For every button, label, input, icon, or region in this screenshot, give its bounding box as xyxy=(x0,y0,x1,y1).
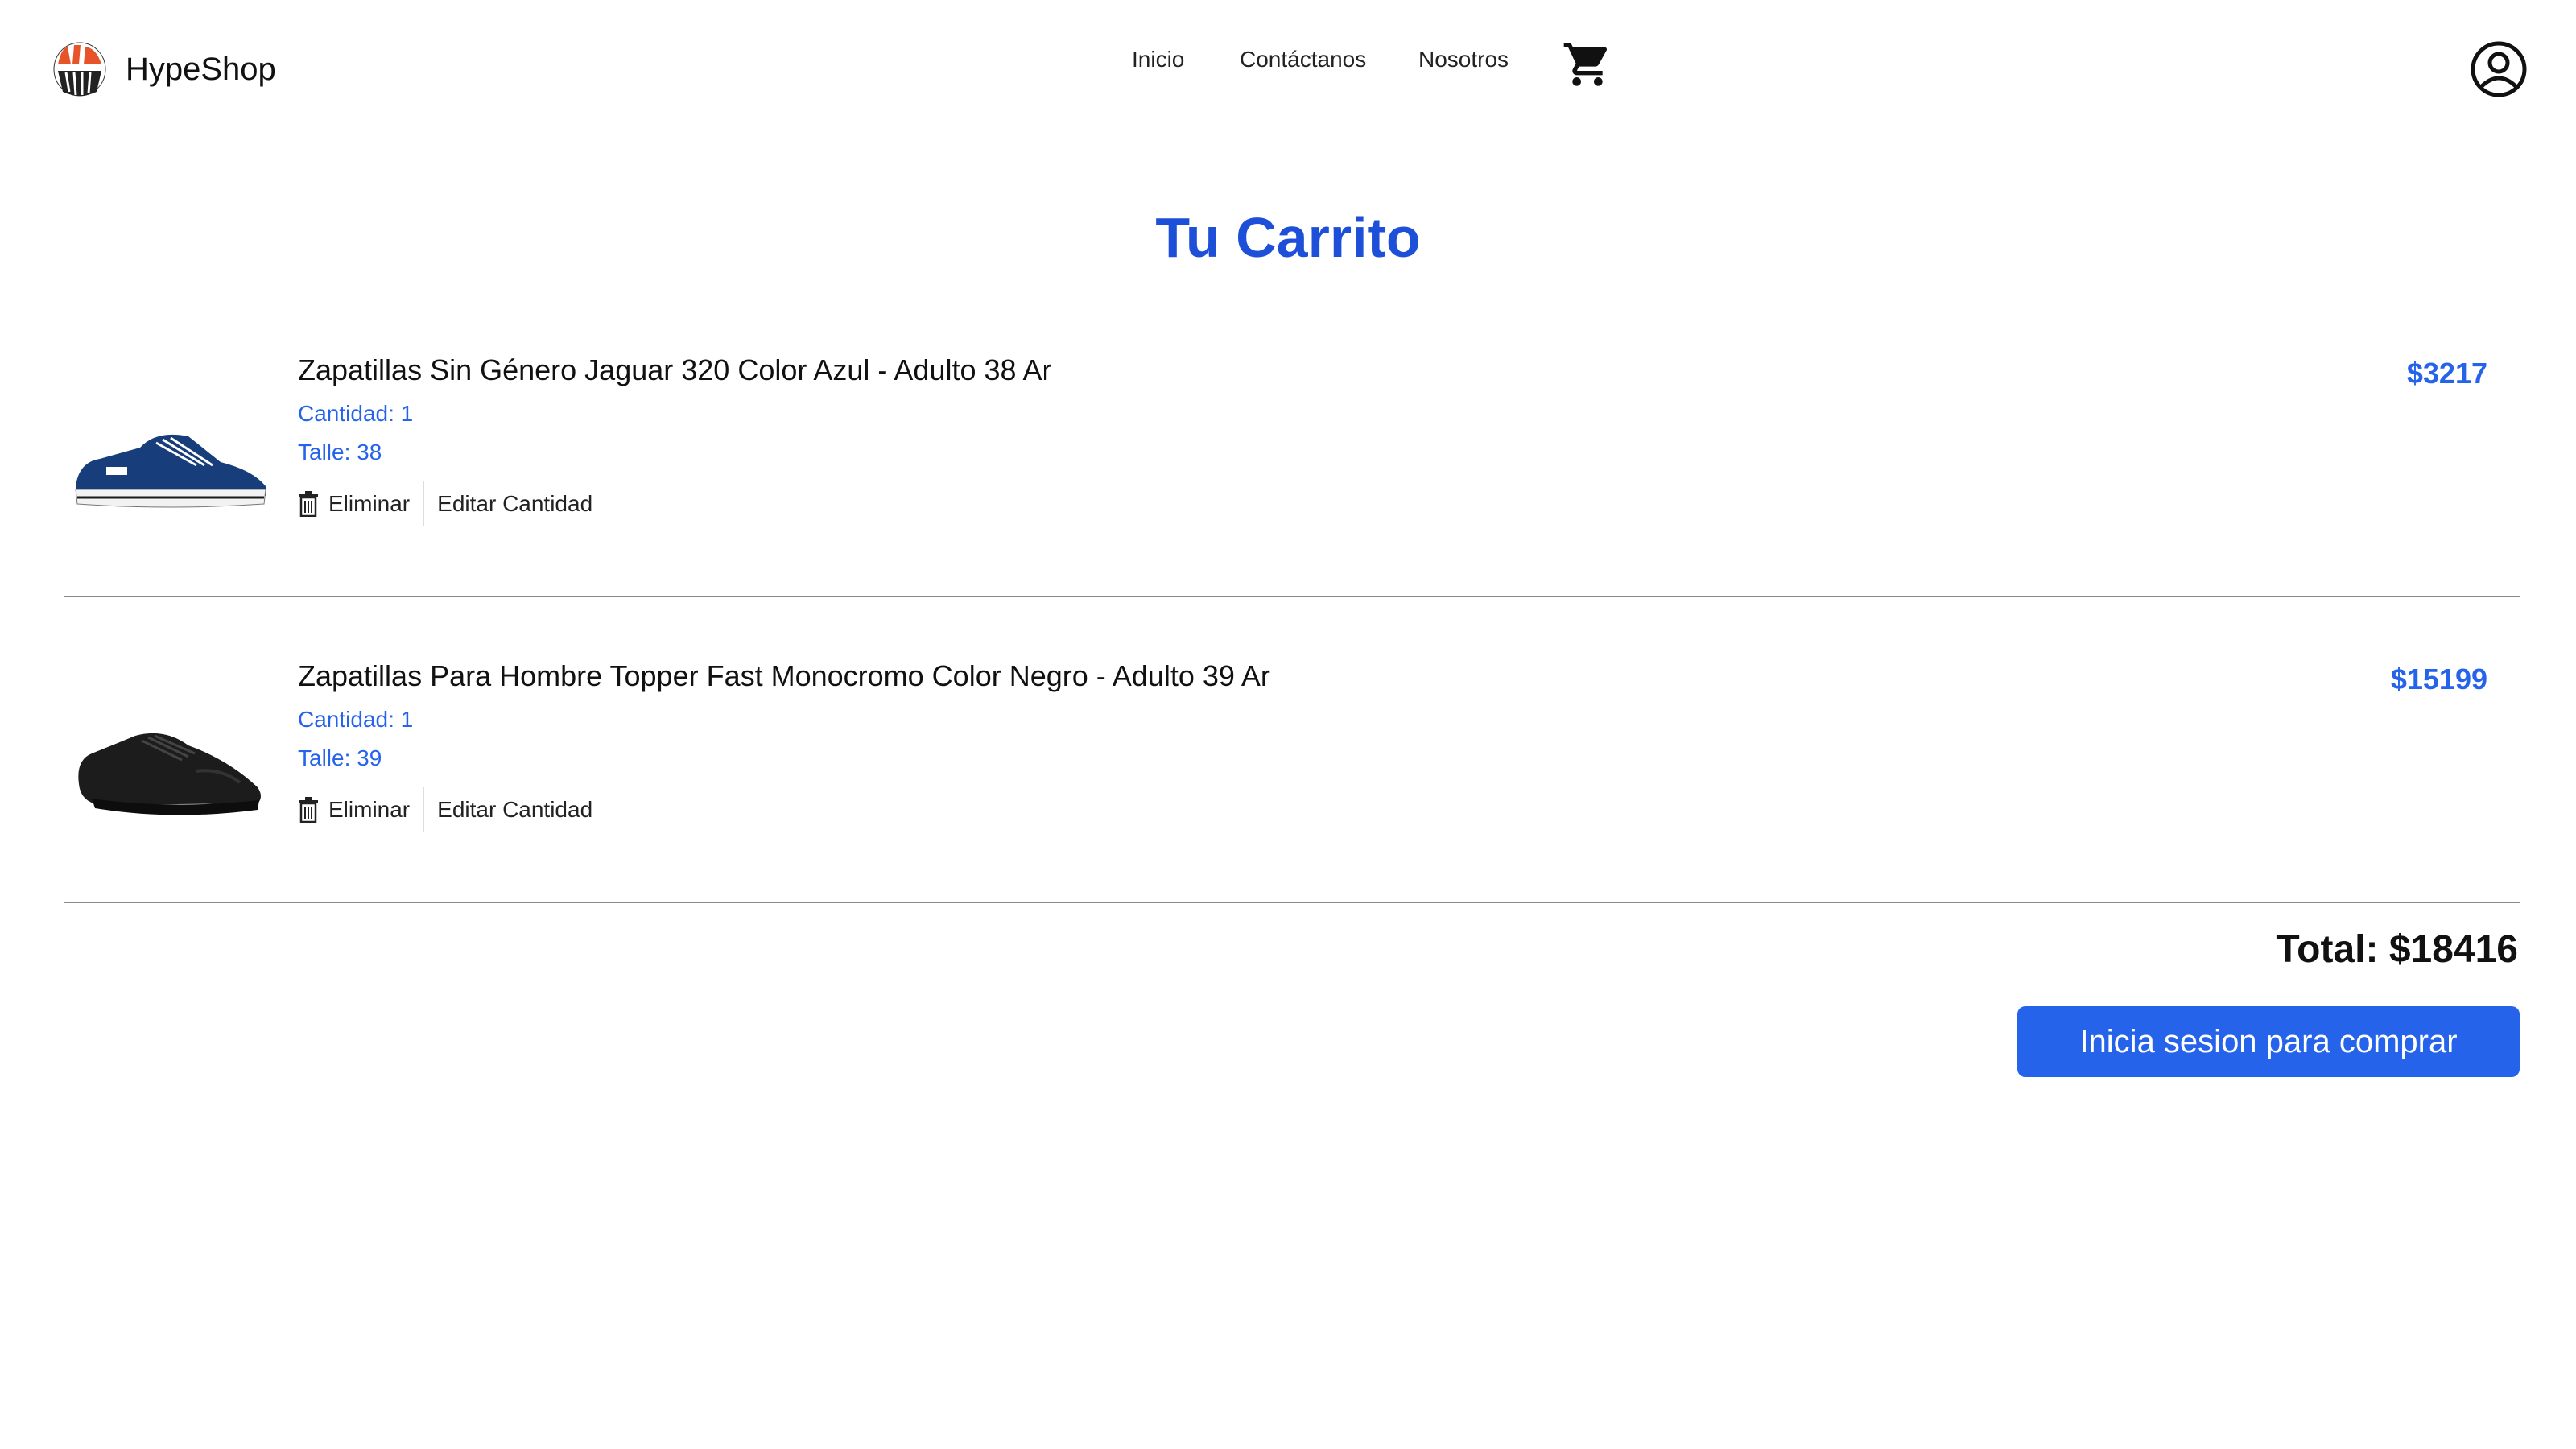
cart-item: Zapatillas Para Hombre Topper Fast Monoc… xyxy=(64,639,2520,945)
remove-label: Eliminar xyxy=(328,797,411,822)
cart-icon[interactable] xyxy=(1562,39,1613,90)
item-price: $3217 xyxy=(2406,357,2487,390)
remove-label: Eliminar xyxy=(328,491,411,516)
cart-total: Total: $18416 xyxy=(2276,928,2518,971)
cart-item: Zapatillas Sin Género Jaguar 320 Color A… xyxy=(64,333,2520,639)
edit-quantity-button[interactable]: Editar Cantidad xyxy=(424,491,592,517)
item-price: $15199 xyxy=(2390,663,2487,696)
item-separator xyxy=(64,902,2520,903)
item-name[interactable]: Zapatillas Sin Género Jaguar 320 Color A… xyxy=(298,351,1052,390)
item-separator xyxy=(64,596,2520,597)
remove-button[interactable]: Eliminar xyxy=(298,481,423,526)
nav-nosotros[interactable]: Nosotros xyxy=(1418,43,1509,76)
product-image-black-sneaker xyxy=(78,733,261,815)
item-actions: Eliminar Editar Cantidad xyxy=(298,786,592,834)
header: HypeShop Inicio Contáctanos Nosotros xyxy=(0,0,2576,137)
product-image-blue-sneaker xyxy=(75,434,266,508)
item-size: Talle: 38 xyxy=(298,440,382,464)
remove-button[interactable]: Eliminar xyxy=(298,787,423,832)
item-quantity: Cantidad: 1 xyxy=(298,401,414,426)
trash-icon xyxy=(299,491,318,517)
nav-contactanos[interactable]: Contáctanos xyxy=(1240,43,1366,76)
edit-quantity-button[interactable]: Editar Cantidad xyxy=(424,797,592,823)
item-name[interactable]: Zapatillas Para Hombre Topper Fast Monoc… xyxy=(298,657,1270,696)
user-circle-icon[interactable] xyxy=(2470,40,2528,98)
item-actions: Eliminar Editar Cantidad xyxy=(298,480,592,528)
item-size: Talle: 39 xyxy=(298,745,382,770)
login-to-buy-button[interactable]: Inicia sesion para comprar xyxy=(2017,1006,2520,1077)
hypeshop-logo[interactable] xyxy=(52,40,108,98)
nav-inicio[interactable]: Inicio xyxy=(1132,43,1184,76)
brand-name[interactable]: HypeShop xyxy=(126,48,276,90)
trash-icon xyxy=(299,797,318,823)
page-title: Tu Carrito xyxy=(1155,206,1421,269)
item-quantity: Cantidad: 1 xyxy=(298,707,414,732)
